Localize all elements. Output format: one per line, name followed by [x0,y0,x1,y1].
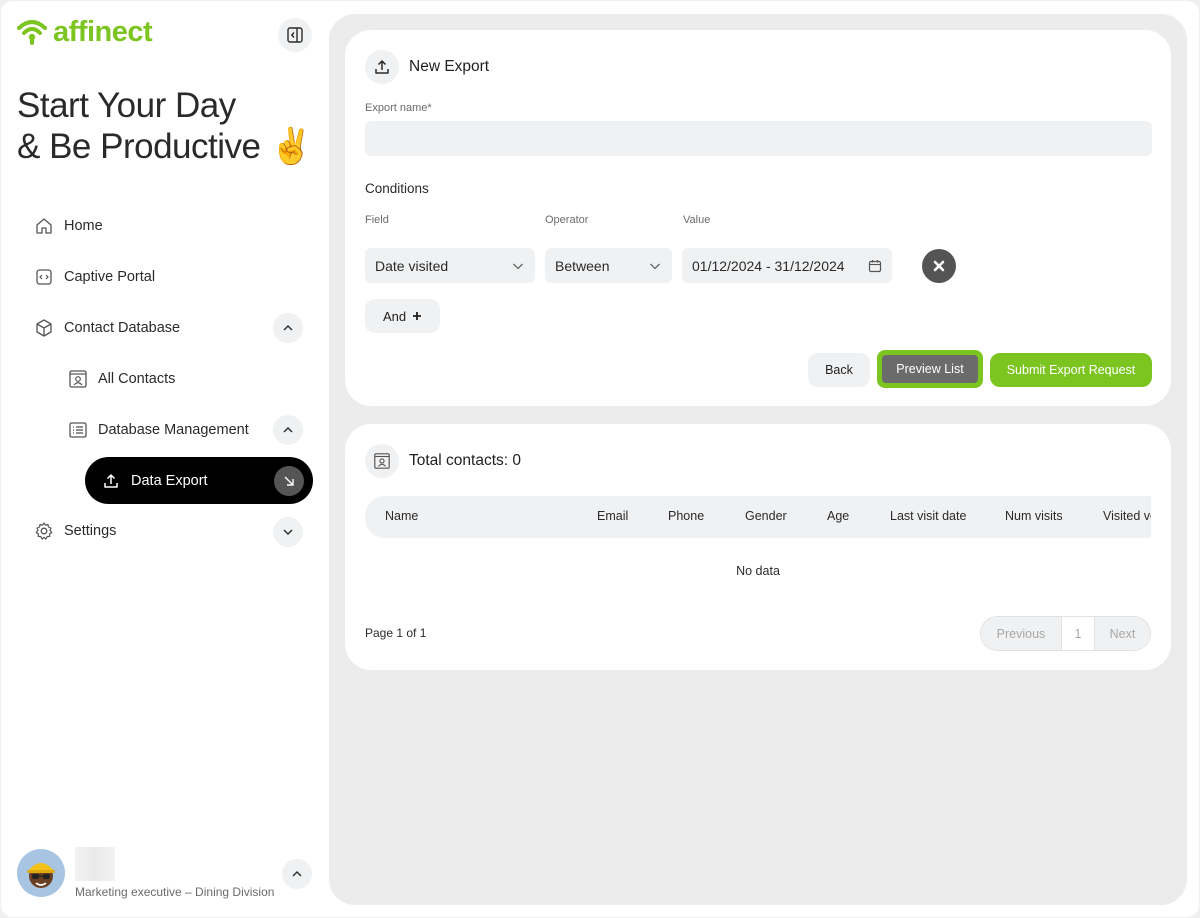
chevron-down-icon [283,529,293,535]
brand-logo[interactable]: affinect [17,15,153,49]
pagination: Previous 1 Next [980,616,1151,651]
main-content: New Export Export name* Conditions Field… [329,14,1187,905]
gear-icon [34,521,54,541]
cube-icon [34,318,54,338]
sidebar-item-settings[interactable]: Settings [34,511,116,551]
field-column-label: Field [365,214,389,226]
date-range-value: 01/12/2024 - 31/12/2024 [692,257,845,274]
close-icon [933,260,945,272]
submit-button-label: Submit Export Request [1006,363,1136,377]
preview-list-button[interactable]: Preview List [882,355,978,383]
arrow-down-right-icon [274,466,304,496]
and-button-label: And [383,308,407,324]
home-icon [34,216,54,236]
export-name-label: Export name* [365,102,432,114]
sidebar-item-captive-portal[interactable]: Captive Portal [34,257,155,297]
user-menu-toggle[interactable] [282,859,312,889]
field-select[interactable]: Date visited [365,248,535,283]
sidebar-item-all-contacts[interactable]: All Contacts [68,359,175,399]
chevron-down-icon [513,263,523,269]
new-export-card: New Export Export name* Conditions Field… [345,30,1171,406]
brand-name: affinect [53,16,153,48]
sidebar-collapse-icon [287,27,303,43]
sidebar-item-database-management[interactable]: Database Management [68,410,249,450]
submit-export-request-button[interactable]: Submit Export Request [990,353,1152,387]
contact-database-toggle[interactable] [273,313,303,343]
export-name-input[interactable] [365,121,1152,156]
calendar-icon [868,259,882,272]
previous-page-button[interactable]: Previous [981,617,1061,650]
empty-state-text: No data [736,564,780,578]
next-page-button[interactable]: Next [1095,617,1150,650]
collapse-sidebar-button[interactable] [278,18,312,52]
chevron-down-icon [650,263,660,269]
avatar [17,849,65,897]
sidebar-item-label: Database Management [98,422,249,438]
wifi-logo-icon [17,20,47,45]
settings-toggle[interactable] [273,517,303,547]
column-header-phone[interactable]: Phone [668,509,704,523]
contact-card-icon [365,444,399,478]
sidebar-item-label: Contact Database [64,320,181,336]
user-role: Marketing executive – Dining Division [75,885,275,899]
sidebar: affinect Start Your Day & Be Productive … [1,1,329,917]
upload-icon [103,473,119,489]
sidebar-item-data-export[interactable]: Data Export [85,457,313,504]
upload-icon [365,50,399,84]
column-header-num-visits[interactable]: Num visits [1005,509,1063,523]
sidebar-item-label: Data Export [131,472,208,489]
user-name-redacted [75,847,115,881]
column-header-age[interactable]: Age [827,509,849,523]
column-header-gender[interactable]: Gender [745,509,787,523]
total-contacts: Total contacts: 0 [409,452,522,469]
results-card: Total contacts: 0 Name Email Phone Gende… [345,424,1171,670]
page-info: Page 1 of 1 [365,626,427,640]
current-page-number[interactable]: 1 [1061,617,1095,650]
column-header-visited-venue[interactable]: Visited ve [1103,509,1151,523]
sidebar-item-label: Settings [64,523,117,539]
sidebar-item-home[interactable]: Home [34,206,103,246]
sidebar-item-label: Captive Portal [64,269,156,285]
preview-button-label: Preview List [896,362,964,376]
back-button[interactable]: Back [808,353,870,387]
list-document-icon [68,420,88,440]
headline-line-1: Start Your Day [17,86,236,125]
chevron-up-icon [292,871,302,877]
operator-column-label: Operator [545,214,589,226]
operator-select[interactable]: Between [545,248,672,283]
table-header: Name Email Phone Gender Age Last visit d… [365,496,1151,538]
contact-card-icon [68,369,88,389]
sidebar-item-contact-database[interactable]: Contact Database [34,308,180,348]
field-select-value: Date visited [375,257,449,274]
sidebar-item-label: Home [64,218,103,234]
column-header-name[interactable]: Name [385,509,418,523]
column-header-last-visit-date[interactable]: Last visit date [890,509,966,523]
chevron-up-icon [283,325,293,331]
page-headline: Start Your Day & Be Productive ✌️ [17,85,313,167]
date-range-picker[interactable]: 01/12/2024 - 31/12/2024 [682,248,892,283]
code-window-icon [34,267,54,287]
database-management-toggle[interactable] [273,415,303,445]
plus-icon [413,312,422,320]
card-title: New Export [409,58,490,75]
remove-condition-button[interactable] [922,249,956,283]
back-button-label: Back [825,363,853,377]
conditions-label: Conditions [365,181,429,196]
value-column-label: Value [683,214,711,226]
headline-line-2: & Be Productive ✌️ [17,127,313,166]
sidebar-item-label: All Contacts [98,371,176,387]
chevron-up-icon [283,427,293,433]
app-window: affinect Start Your Day & Be Productive … [1,1,1199,917]
add-and-condition-button[interactable]: And [365,299,441,333]
preview-list-focus-ring: Preview List [877,350,983,388]
column-header-email[interactable]: Email [597,509,628,523]
operator-select-value: Between [555,257,610,274]
